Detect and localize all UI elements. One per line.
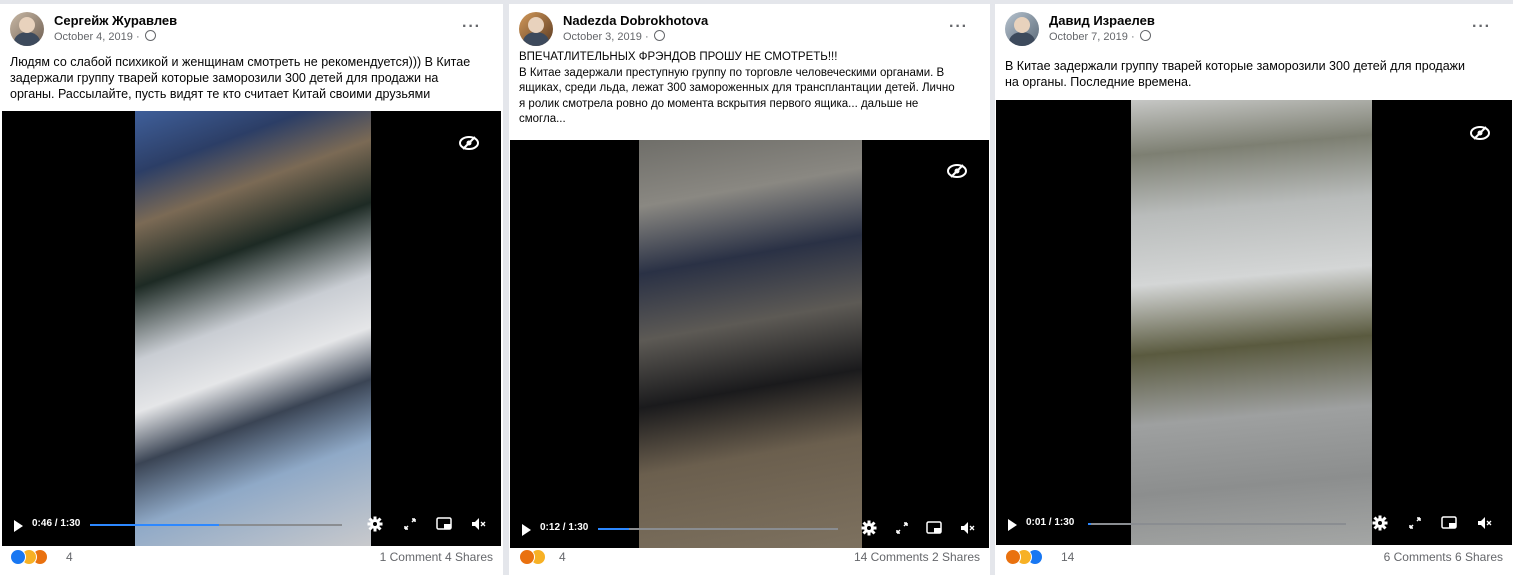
post-meta: October 4, 2019 ·	[54, 30, 156, 43]
more-options-button[interactable]: ···	[462, 18, 481, 36]
video-controls: 0:01 / 1:30	[996, 509, 1512, 539]
angry-reaction-icon	[519, 549, 535, 565]
post-footer: 4 1 Comment 4 Shares	[10, 547, 493, 567]
pip-icon[interactable]	[1441, 515, 1457, 531]
avatar[interactable]	[10, 12, 44, 46]
reaction-count[interactable]: 4	[66, 550, 73, 564]
comments-shares[interactable]: 14 Comments 2 Shares	[854, 550, 980, 564]
pip-icon[interactable]	[926, 520, 942, 536]
globe-icon	[653, 30, 665, 41]
mute-icon[interactable]	[1476, 515, 1492, 531]
settings-gear-icon[interactable]	[861, 520, 877, 536]
post-date[interactable]: October 7, 2019	[1049, 31, 1128, 43]
avatar[interactable]	[1005, 12, 1039, 46]
video-controls: 0:46 / 1:30	[2, 510, 501, 540]
post-footer: 4 14 Comments 2 Shares	[519, 547, 980, 567]
progress-fill	[90, 524, 219, 526]
post-text-line: ящиках, среди льда, лежат 300 замороженн…	[519, 82, 955, 94]
reaction-count[interactable]: 14	[1061, 550, 1074, 564]
author-name[interactable]: Сергейж Журавлев	[54, 13, 177, 28]
video-player[interactable]: 0:12 / 1:30	[510, 140, 989, 548]
post-text-line: на органы. Последние времена.	[1005, 75, 1192, 89]
hide-eye-icon[interactable]	[459, 136, 479, 150]
more-options-button[interactable]: ···	[949, 18, 968, 36]
post-date[interactable]: October 3, 2019	[563, 31, 642, 43]
play-icon[interactable]	[14, 520, 23, 532]
angry-reaction-icon	[1005, 549, 1021, 565]
post-text-line: органы. Рассылайте, пусть видят те кто с…	[10, 87, 431, 101]
comments-shares[interactable]: 6 Comments 6 Shares	[1384, 550, 1503, 564]
pip-icon[interactable]	[436, 516, 452, 532]
post-text: В Китае задержали группу тварей которые …	[1005, 58, 1465, 90]
video-player[interactable]: 0:01 / 1:30	[996, 100, 1512, 545]
settings-gear-icon[interactable]	[1372, 515, 1388, 531]
post-2: Nadezda Dobrokhotova October 3, 2019 · ·…	[509, 4, 990, 575]
play-icon[interactable]	[522, 524, 531, 536]
reaction-count[interactable]: 4	[559, 550, 566, 564]
video-frame[interactable]	[1131, 100, 1372, 545]
fullscreen-icon[interactable]	[402, 516, 418, 532]
video-frame[interactable]	[639, 140, 862, 548]
author-name[interactable]: Nadezda Dobrokhotova	[563, 13, 708, 28]
video-frame[interactable]	[135, 111, 371, 546]
hide-eye-icon[interactable]	[947, 164, 967, 178]
post-text-line: Людям со слабой психикой и женщинам смот…	[10, 55, 471, 69]
post-1: Сергейж Журавлев October 4, 2019 · ··· Л…	[0, 4, 503, 575]
fullscreen-icon[interactable]	[894, 520, 910, 536]
progress-fill	[598, 528, 630, 530]
post-3: Давид Израелев October 7, 2019 · ··· В К…	[995, 4, 1513, 575]
separator: ·	[135, 31, 140, 43]
post-text-line: В Китае задержали преступную группу по т…	[519, 66, 945, 79]
post-text-line: задержали группу тварей которые заморози…	[10, 71, 439, 85]
separator: ·	[644, 31, 649, 43]
like-reaction-icon	[10, 549, 26, 565]
settings-gear-icon[interactable]	[367, 516, 383, 532]
post-text-line: В Китае задержали группу тварей которые …	[1005, 59, 1466, 73]
play-icon[interactable]	[1008, 519, 1017, 531]
post-text: Людям со слабой психикой и женщинам смот…	[10, 54, 470, 102]
video-time: 0:01 / 1:30	[1026, 517, 1075, 528]
separator: ·	[1130, 31, 1135, 43]
globe-icon	[1139, 30, 1151, 41]
post-text-line: я ролик смотрела ровно до момента вскрыт…	[519, 97, 919, 110]
mute-icon[interactable]	[470, 516, 486, 532]
progress-fill	[1088, 523, 1091, 525]
more-options-button[interactable]: ···	[1472, 18, 1491, 36]
post-text-line: ВПЕЧАТЛИТЕЛЬНЫХ ФРЭНДОВ ПРОШУ НЕ СМОТРЕТ…	[519, 51, 838, 63]
video-player[interactable]: 0:46 / 1:30	[2, 111, 501, 546]
mute-icon[interactable]	[959, 520, 975, 536]
post-meta: October 3, 2019 ·	[563, 30, 665, 43]
video-time: 0:46 / 1:30	[32, 518, 81, 529]
globe-icon	[144, 30, 156, 41]
post-footer: 14 6 Comments 6 Shares	[1005, 547, 1503, 567]
post-text-line: смогла...	[519, 113, 566, 125]
progress-bar[interactable]	[598, 528, 838, 530]
video-time: 0:12 / 1:30	[540, 522, 589, 533]
fullscreen-icon[interactable]	[1407, 515, 1423, 531]
post-meta: October 7, 2019 ·	[1049, 30, 1151, 43]
hide-eye-icon[interactable]	[1470, 126, 1490, 140]
progress-bar[interactable]	[1088, 523, 1346, 525]
author-name[interactable]: Давид Израелев	[1049, 13, 1155, 28]
video-controls: 0:12 / 1:30	[510, 514, 989, 544]
progress-bar[interactable]	[90, 524, 342, 526]
post-date[interactable]: October 4, 2019	[54, 31, 133, 43]
avatar[interactable]	[519, 12, 553, 46]
post-text: ВПЕЧАТЛИТЕЛЬНЫХ ФРЭНДОВ ПРОШУ НЕ СМОТРЕТ…	[519, 50, 955, 128]
comments-shares[interactable]: 1 Comment 4 Shares	[380, 550, 493, 564]
